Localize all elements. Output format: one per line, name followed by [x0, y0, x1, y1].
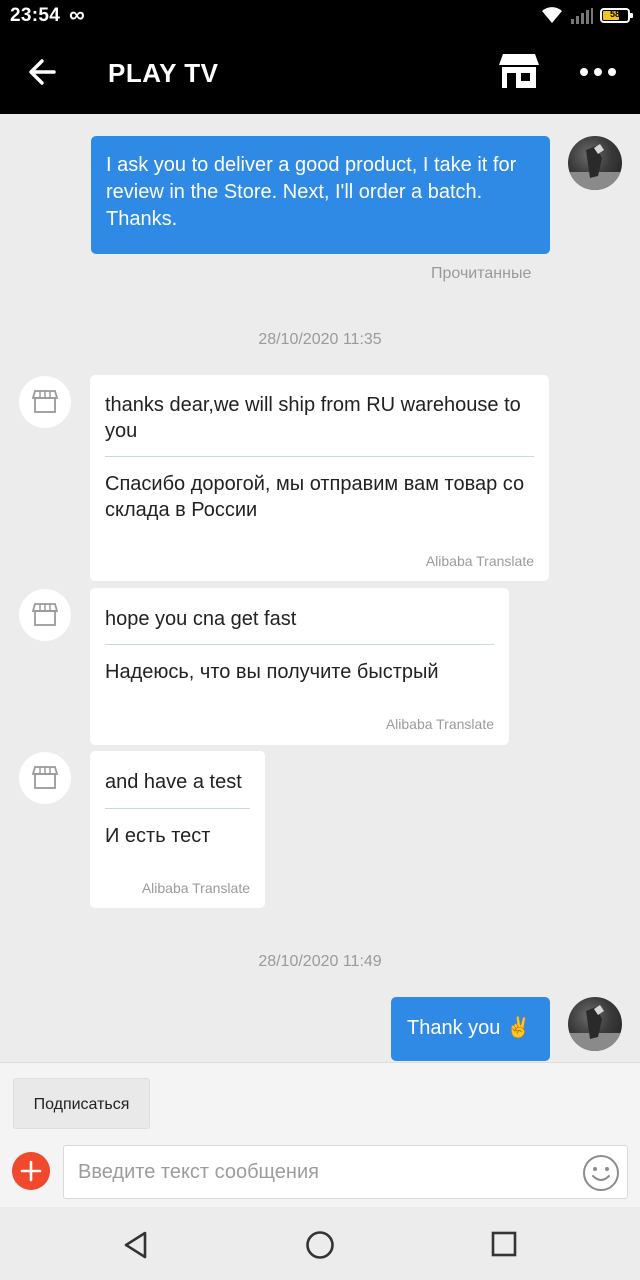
wifi-icon [542, 7, 562, 23]
message-original-text: hope you cna get fast [105, 608, 297, 630]
translation-provider: Alibaba Translate [141, 880, 250, 896]
message-translation: Надеюсь, что вы получите быстрый [105, 661, 439, 683]
store-avatar-icon [31, 603, 59, 626]
incoming-message[interactable]: hope you cna get fast Надеюсь, что вы по… [90, 588, 509, 745]
incoming-message[interactable]: and have a test И есть тест Alibaba Tran… [90, 751, 265, 908]
store-icon[interactable] [498, 52, 540, 90]
nav-recents-icon[interactable] [490, 1230, 518, 1258]
timestamp: 28/10/2020 11:35 [258, 331, 382, 348]
store-avatar[interactable] [19, 376, 71, 428]
battery-icon: 58 [600, 8, 633, 23]
subscribe-button[interactable]: Подписаться [13, 1078, 150, 1129]
signal-icon [571, 8, 593, 24]
nav-back-icon[interactable] [121, 1230, 151, 1260]
translation-divider [105, 808, 250, 809]
status-time: 23:54 [10, 5, 61, 26]
system-nav-bar [0, 1207, 640, 1280]
store-avatar-icon [31, 766, 59, 789]
translation-divider [105, 644, 494, 645]
back-arrow-icon[interactable] [26, 54, 60, 90]
user-avatar[interactable] [568, 997, 622, 1051]
read-status: Прочитанные [431, 265, 532, 282]
more-icon[interactable] [578, 58, 618, 86]
message-composer: Подписаться [0, 1062, 640, 1207]
emoji-icon[interactable] [582, 1154, 620, 1192]
message-original-text: thanks dear,we will ship from RU warehou… [105, 394, 521, 442]
battery-level: 58 [609, 9, 620, 19]
message-text: Thank you ✌️ [407, 1017, 531, 1039]
chat-title: PLAY TV [108, 58, 219, 88]
incoming-message[interactable]: thanks dear,we will ship from RU warehou… [90, 375, 549, 581]
app-bar: PLAY TV [0, 32, 640, 114]
user-avatar[interactable] [568, 136, 622, 190]
store-avatar[interactable] [19, 589, 71, 641]
user-avatar-image [568, 144, 622, 190]
store-avatar-icon [31, 390, 59, 413]
nav-home-icon[interactable] [304, 1229, 336, 1261]
plus-icon[interactable] [12, 1152, 50, 1190]
message-input[interactable] [78, 1146, 578, 1198]
message-original-text: and have a test [105, 771, 242, 793]
translation-provider: Alibaba Translate [385, 716, 494, 732]
infinity-icon: ∞ [69, 2, 85, 27]
message-translation: Спасибо дорогой, мы отправим вам товар с… [105, 473, 525, 521]
translation-provider: Alibaba Translate [425, 553, 534, 569]
timestamp: 28/10/2020 11:49 [258, 953, 382, 970]
message-input-box[interactable] [63, 1145, 628, 1199]
status-bar: 23:54 ∞ 58 [0, 0, 640, 32]
message-text: I ask you to deliver a good product, I t… [106, 154, 517, 230]
store-avatar[interactable] [19, 752, 71, 804]
user-avatar-image [568, 1005, 622, 1051]
translation-divider [105, 456, 534, 457]
outgoing-message[interactable]: I ask you to deliver a good product, I t… [91, 136, 550, 254]
outgoing-message[interactable]: Thank you ✌️ [391, 997, 550, 1061]
chat-messages[interactable]: I ask you to deliver a good product, I t… [0, 114, 640, 1062]
message-translation: И есть тест [105, 825, 211, 847]
